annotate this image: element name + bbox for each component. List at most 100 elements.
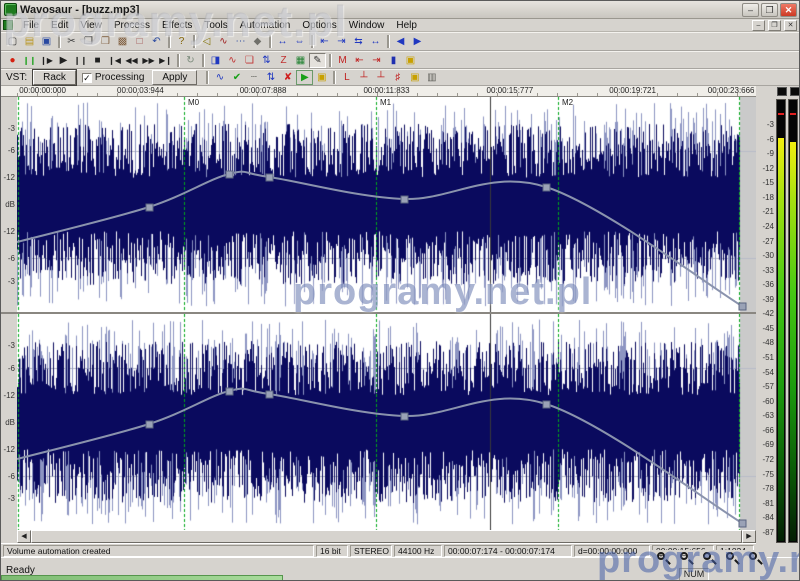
menu-process[interactable]: Process [108, 20, 156, 31]
menu-options[interactable]: Options [296, 20, 342, 31]
menu-edit[interactable]: Edit [45, 20, 74, 31]
fit-selection-button[interactable]: ⇔ [291, 34, 308, 49]
trash-button[interactable]: ▥ [423, 70, 440, 85]
marker-start-button[interactable]: ⇤ [351, 53, 368, 68]
statistics-button[interactable]: ∿ [224, 53, 241, 68]
separator [193, 35, 195, 48]
zoom-right-button[interactable]: ⇥ [333, 34, 350, 49]
menu-tools[interactable]: Tools [198, 20, 233, 31]
paste-to-new-button[interactable]: ◨ [207, 53, 224, 68]
zoom-left-button[interactable]: ⇤ [316, 34, 333, 49]
new-file-button[interactable]: ▢ [4, 34, 21, 49]
mdi-minimize-button[interactable]: – [752, 19, 765, 31]
record-pause-button[interactable]: ❙❙ [21, 53, 38, 68]
zoom-all-button[interactable] [723, 551, 741, 567]
resample-grid-button[interactable]: ▦ [292, 53, 309, 68]
menu-view[interactable]: View [74, 20, 108, 31]
copy-to-new-button[interactable]: ❏ [241, 53, 258, 68]
time-ruler[interactable]: 00:00:00:000 00:00:03:944 00:00:07:888 00:0… [1, 86, 756, 97]
delete-envelope-button[interactable]: ✘ [279, 70, 296, 85]
undo-button[interactable]: ↶ [148, 34, 165, 49]
lock-loop-button[interactable]: ▣ [406, 70, 423, 85]
loop-button[interactable]: ↻ [182, 53, 199, 68]
help-button[interactable]: ? [173, 34, 190, 49]
copy-button[interactable]: ❐ [80, 34, 97, 49]
apply-envelope-button[interactable]: ✔ [228, 70, 245, 85]
db-scale-left: -3 -6 -12 dB -12 -6 -3 [1, 97, 17, 312]
resample-curve-button[interactable]: ∿ [215, 34, 232, 49]
clip-light-right[interactable] [790, 87, 799, 96]
scroll-left-button[interactable]: ◀ [17, 530, 31, 543]
add-marker-button[interactable]: M [334, 53, 351, 68]
separator [269, 35, 271, 48]
menu-window[interactable]: Window [343, 20, 391, 31]
pause-button[interactable]: ❙❙ [72, 53, 89, 68]
rewind-button[interactable]: ◀◀ [123, 53, 140, 68]
goto-start-button[interactable]: ❙◀ [106, 53, 123, 68]
waveform-channel-1[interactable] [17, 97, 756, 312]
bit-convert-button[interactable]: ⋯ [232, 34, 249, 49]
marker-end-button[interactable]: ⇥ [368, 53, 385, 68]
window-controls: – ❐ ✕ [742, 2, 797, 17]
mdi-close-button[interactable]: ✕ [784, 19, 797, 31]
vst-rack-button[interactable]: Rack [33, 70, 76, 85]
restore-button[interactable]: ❐ [761, 2, 778, 17]
audio-settings-button[interactable]: ◁ [198, 34, 215, 49]
loop-start-button[interactable]: L [338, 70, 355, 85]
fit-all-button[interactable]: ↔ [274, 34, 291, 49]
play-block-button[interactable]: ▮ [385, 53, 402, 68]
vst-processing-checkbox[interactable]: ✓ [81, 72, 92, 83]
cut-button[interactable]: ✂ [63, 34, 80, 49]
save-file-button[interactable]: ▣ [38, 34, 55, 49]
record-button[interactable]: ● [4, 53, 21, 68]
envelope-points-button[interactable]: ┄ [245, 70, 262, 85]
selection-button[interactable]: □ [131, 34, 148, 49]
insert-silence-button[interactable]: ⇅ [258, 53, 275, 68]
goto-end-button[interactable]: ▶❙ [157, 53, 174, 68]
lock-envelope-button[interactable]: ▣ [313, 70, 330, 85]
zoom-in-button[interactable]: + [654, 551, 672, 567]
minimize-button[interactable]: – [742, 2, 759, 17]
menu-help[interactable]: Help [390, 20, 423, 31]
horizontal-scrollbar[interactable]: ◀ ▶ [17, 530, 756, 543]
previous-view-button[interactable]: ◀ [392, 34, 409, 49]
zoom-swap-button[interactable]: ⇆ [350, 34, 367, 49]
crossfade-button[interactable]: Z [275, 53, 292, 68]
stop-button[interactable]: ■ [89, 53, 106, 68]
menu-automation[interactable]: Automation [234, 20, 297, 31]
scroll-right-button[interactable]: ▶ [742, 530, 756, 543]
envelope-scale-button[interactable]: ⇅ [262, 70, 279, 85]
wavosaur-window: Wavosaur - [buzz.mp3] – ❐ ✕ File Edit View Pr… [0, 0, 800, 581]
volume-envelope-button[interactable]: ∿ [211, 70, 228, 85]
forward-button[interactable]: ▶▶ [140, 53, 157, 68]
next-view-button[interactable]: ▶ [409, 34, 426, 49]
play-from-start-button[interactable]: ❙▶ [38, 53, 55, 68]
paste-special-button[interactable]: ▩ [114, 34, 131, 49]
clip-light-left[interactable] [777, 87, 787, 96]
zoom-horizontal-button[interactable]: ↔ [367, 34, 384, 49]
status-message: Volume automation created [3, 544, 314, 557]
waveform-channel-2[interactable] [17, 314, 756, 530]
play-button[interactable]: ▶ [55, 53, 72, 68]
marker-label-m1[interactable]: M1 [380, 98, 391, 107]
scrollbar-thumb[interactable] [31, 530, 742, 543]
loop-both-button[interactable]: ┴ [355, 70, 372, 85]
marker-label-m2[interactable]: M2 [562, 98, 573, 107]
zoom-selection-button[interactable]: □ [700, 551, 718, 567]
lock-markers-button[interactable]: ▣ [402, 53, 419, 68]
vst-apply-button[interactable]: Apply [152, 70, 198, 85]
zoom-out-button[interactable]: − [677, 551, 695, 567]
menu-file[interactable]: File [17, 20, 45, 31]
loop-end-button[interactable]: ┴ [372, 70, 389, 85]
draw-pencil-button[interactable]: ✎ [309, 52, 326, 68]
menu-effects[interactable]: Effects [156, 20, 198, 31]
settings-wrench-button[interactable]: ◆ [249, 34, 266, 49]
mdi-restore-button[interactable]: ❐ [768, 19, 781, 31]
close-button[interactable]: ✕ [780, 2, 797, 17]
paste-button[interactable]: ❒ [97, 34, 114, 49]
markers-snap-button[interactable]: ♯ [389, 70, 406, 85]
zoom-vertical-button[interactable] [746, 551, 764, 567]
open-file-button[interactable]: ▤ [21, 34, 38, 49]
marker-label-m0[interactable]: M0 [188, 98, 199, 107]
play-envelope-button[interactable]: ▶ [296, 70, 314, 85]
